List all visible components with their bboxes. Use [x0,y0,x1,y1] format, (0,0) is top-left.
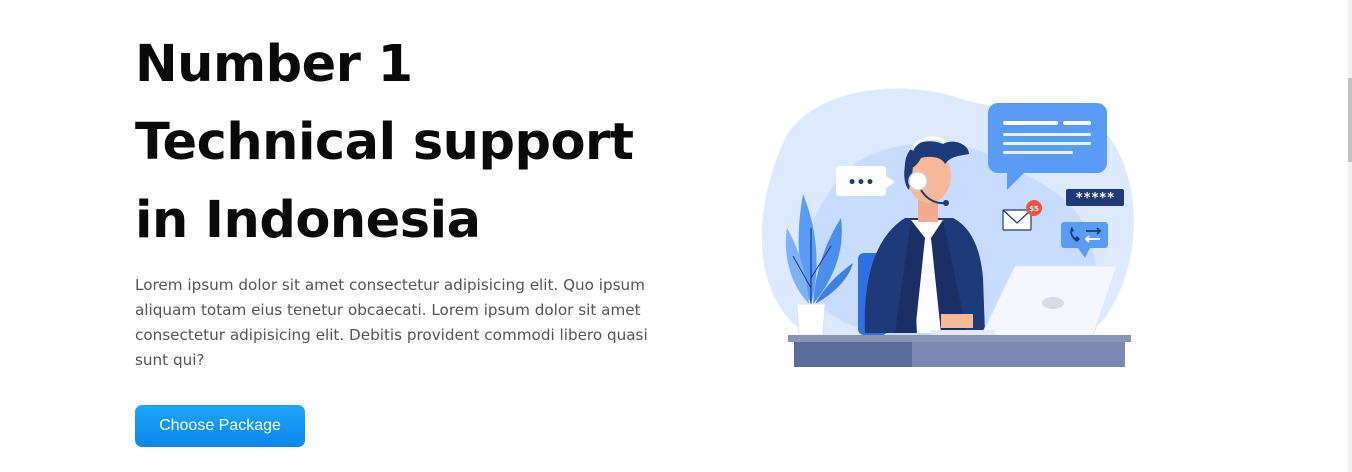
scrollbar-track[interactable] [1348,0,1352,472]
hero-title-line-1: Number 1 [135,35,413,94]
typing-dots: ••• [848,175,875,191]
hero-title-line-2: Technical support [135,113,634,172]
desk [788,335,1131,367]
support-agent-illustration: ••• ***** $5 [761,88,1134,367]
hero-title-line-3: in Indonesia [135,191,481,250]
hero-description: Lorem ipsum dolor sit amet consectetur a… [135,276,648,369]
mail-icon [1002,209,1032,231]
password-mask: ***** [1075,191,1114,206]
scrollbar-thumb[interactable] [1348,78,1352,162]
hero-title: Number 1 Technical support in Indonesia [135,26,735,260]
password-field-icon: ***** [1066,189,1124,206]
landing-page: Number 1 Technical support in Indonesia … [0,0,1352,472]
choose-package-button[interactable]: Choose Package [135,405,305,447]
price-badge-label: $5 [1029,205,1039,213]
price-badge: $5 [1026,200,1042,216]
